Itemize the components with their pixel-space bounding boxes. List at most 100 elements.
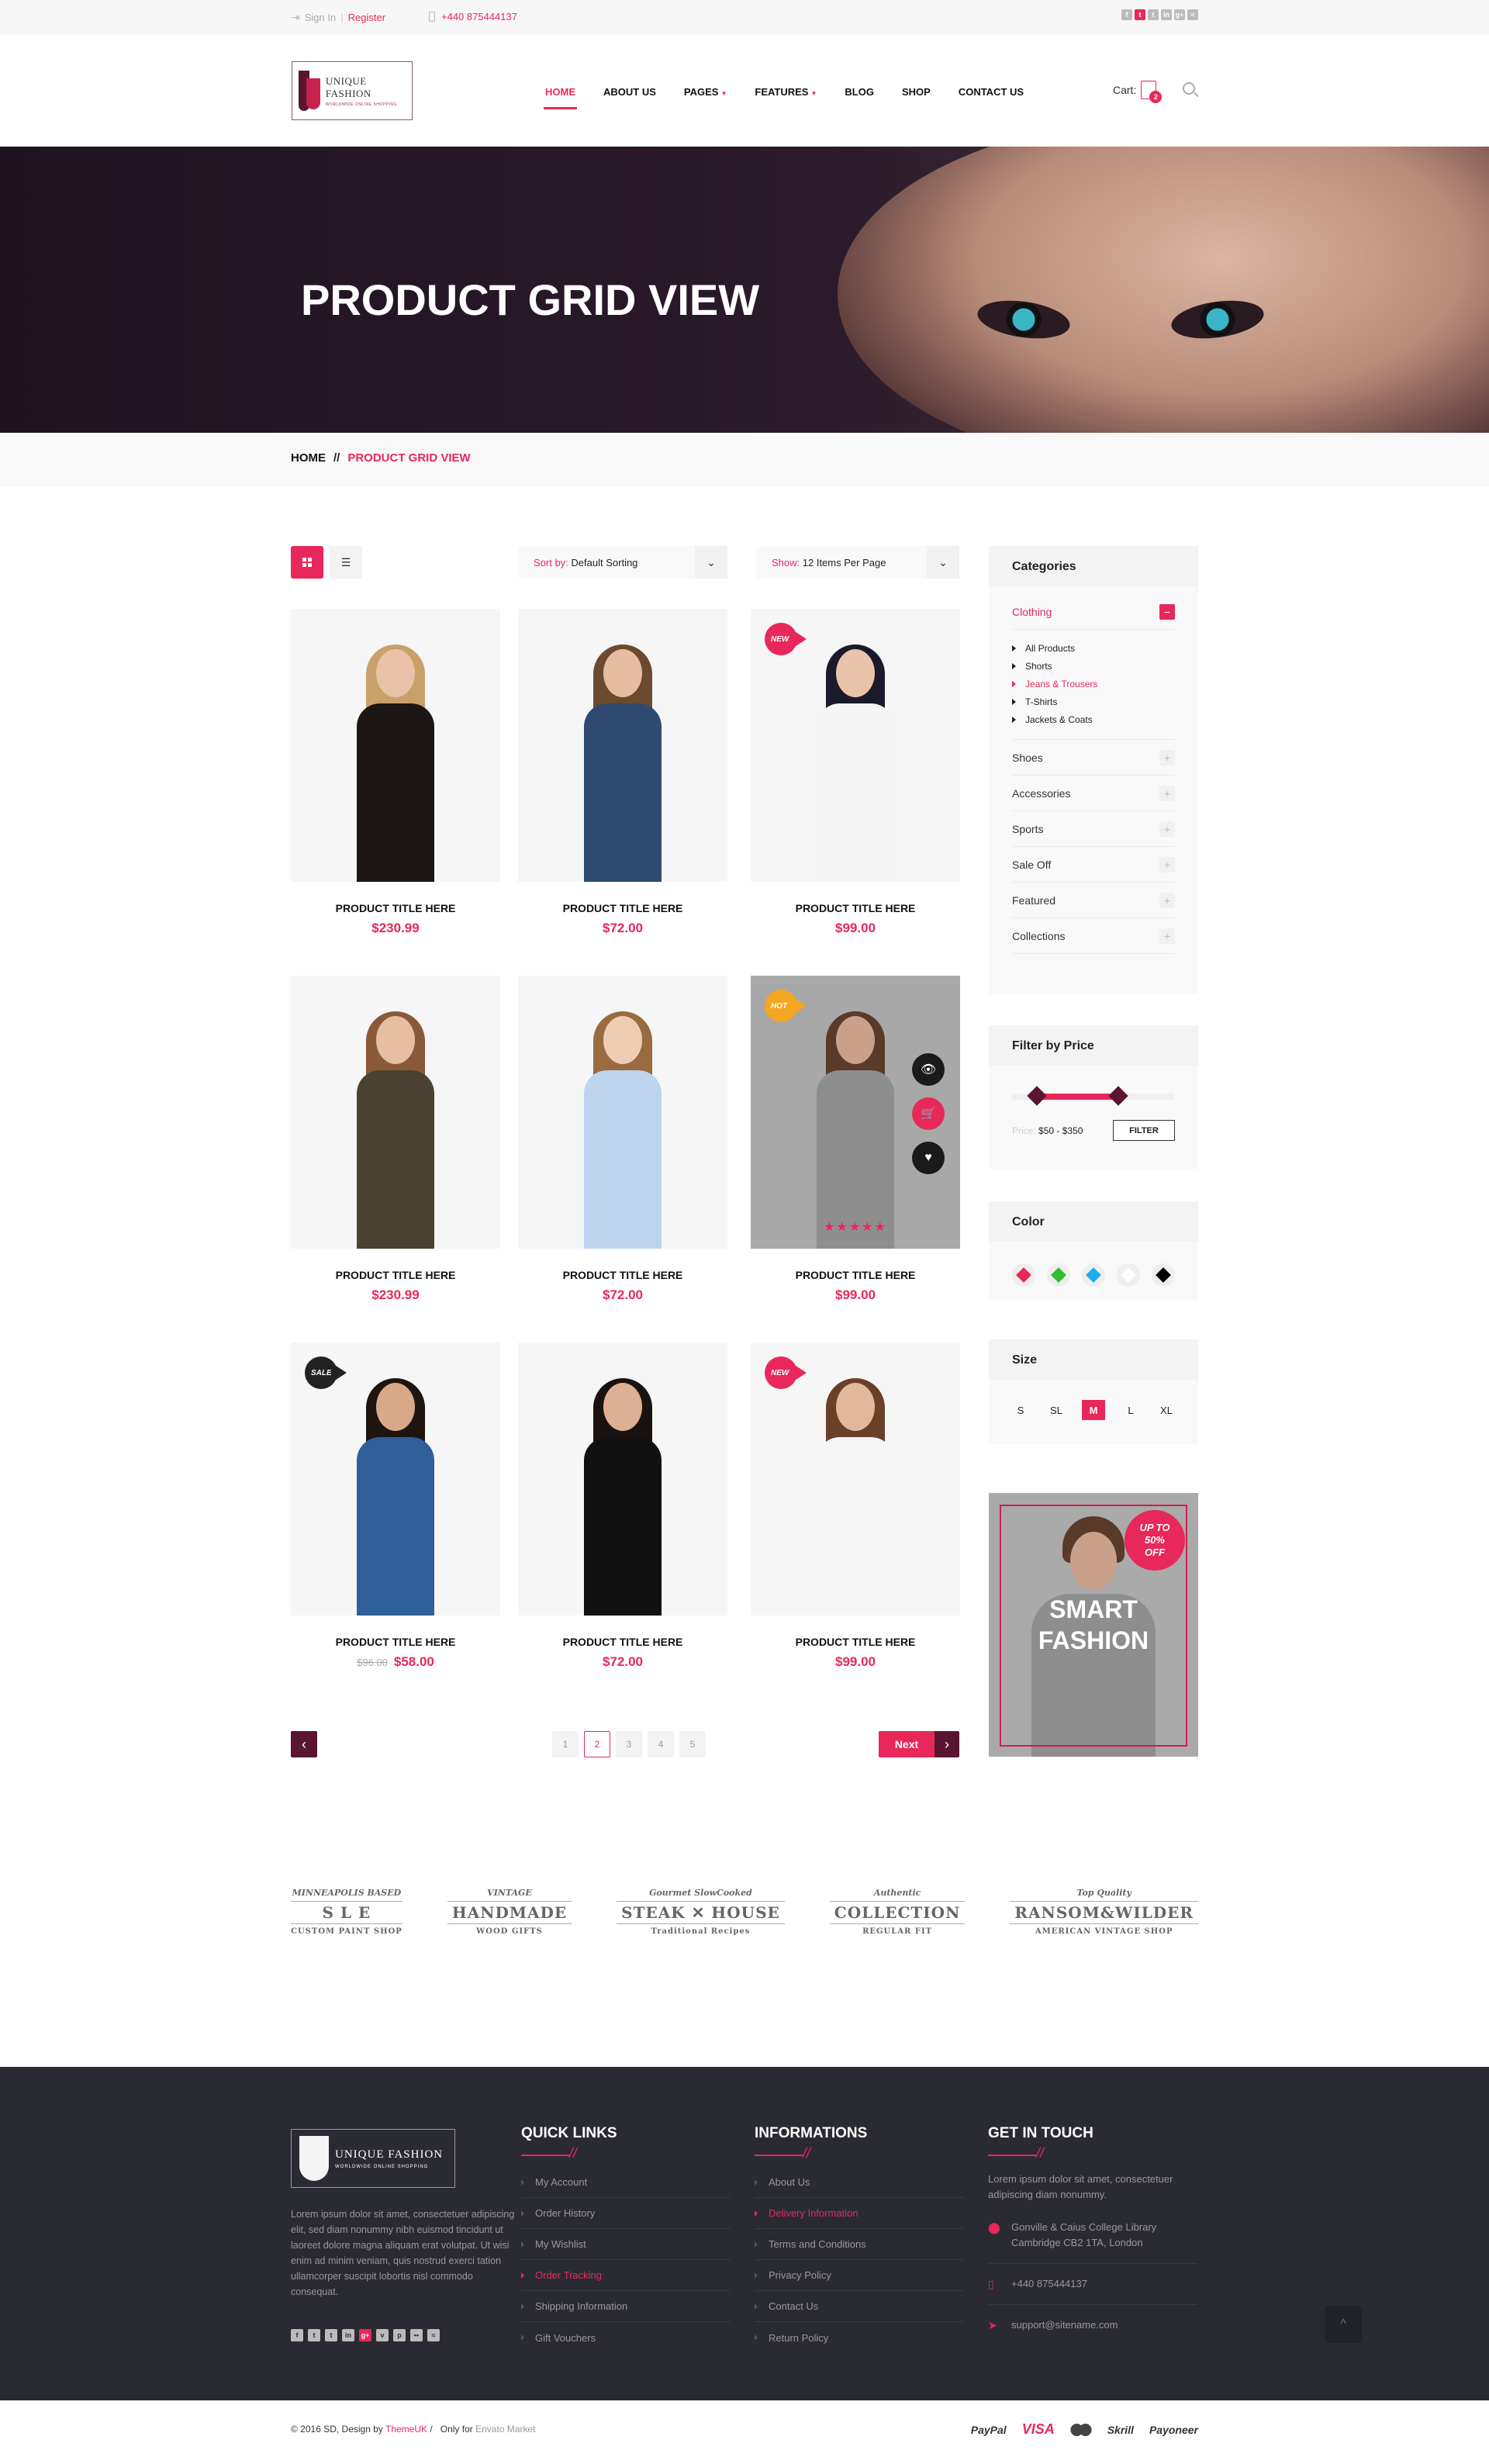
price-slider-min-handle[interactable] (1026, 1086, 1047, 1106)
wishlist-button[interactable]: ♥ (912, 1142, 945, 1174)
footer-link[interactable]: Delivery Information (755, 2198, 964, 2229)
product-title[interactable]: PRODUCT TITLE HERE (291, 902, 500, 914)
color-swatch-pink[interactable] (1012, 1263, 1035, 1287)
product-card[interactable]: PRODUCT TITLE HERE $72.00 (518, 609, 727, 936)
sign-in-link[interactable]: Sign In (305, 12, 336, 23)
subcategory-item[interactable]: T-Shirts (1012, 693, 1175, 710)
product-title[interactable]: PRODUCT TITLE HERE (751, 1636, 960, 1648)
brand-logo[interactable]: VINTAGE HANDMADE WOOD GIFTS (447, 1888, 572, 1936)
product-image[interactable] (518, 976, 727, 1249)
product-card[interactable]: PRODUCT TITLE HERE $72.00 (518, 1343, 727, 1670)
scroll-to-top-button[interactable]: ^ (1325, 2306, 1362, 2343)
nav-item-about-us[interactable]: ABOUT US (603, 86, 656, 98)
product-card[interactable]: PRODUCT TITLE HERE $230.99 (291, 976, 500, 1303)
footer-link[interactable]: Return Policy (755, 2322, 964, 2353)
product-image[interactable] (291, 609, 500, 882)
footer-link[interactable]: My Wishlist (521, 2229, 731, 2260)
product-card[interactable]: NEW PRODUCT TITLE HERE $99.00 (751, 1343, 960, 1670)
footer-link[interactable]: Terms and Conditions (755, 2229, 964, 2260)
product-image[interactable]: NEW (751, 1343, 960, 1616)
contact-email[interactable]: ➤ support@sitename.com (988, 2305, 1197, 2345)
sort-select[interactable]: Sort by: Default Sorting ⌄ (518, 546, 727, 579)
next-page-button[interactable]: Next › (879, 1731, 959, 1757)
market-link[interactable]: Envato Market (475, 2424, 535, 2435)
product-title[interactable]: PRODUCT TITLE HERE (291, 1636, 500, 1648)
color-swatch-green[interactable] (1047, 1263, 1070, 1287)
subcategory-item[interactable]: Jeans & Trousers (1012, 675, 1175, 693)
quick-view-button[interactable]: 👁 (912, 1053, 945, 1086)
twitter-icon[interactable]: t (308, 2329, 320, 2341)
subcategory-item[interactable]: Shorts (1012, 657, 1175, 675)
product-image[interactable]: NEW (751, 609, 960, 882)
category-clothing[interactable]: Clothing − (1012, 594, 1175, 630)
rss-icon[interactable]: ≈ (427, 2329, 440, 2341)
product-image[interactable]: HOT 👁 🛒 ♥ ★★★★★ (751, 976, 960, 1249)
brand-logo[interactable]: MINNEAPOLIS BASED S L E CUSTOM PAINT SHOP (291, 1888, 402, 1936)
subcategory-item[interactable]: Jackets & Coats (1012, 710, 1175, 728)
size-option-m[interactable]: M (1082, 1400, 1105, 1420)
color-swatch-blue[interactable] (1082, 1263, 1105, 1287)
facebook-icon[interactable]: f (291, 2329, 303, 2341)
footer-link[interactable]: Privacy Policy (755, 2260, 964, 2291)
nav-item-contact-us[interactable]: CONTACT US (959, 86, 1024, 98)
page-3-button[interactable]: 3 (616, 1731, 642, 1757)
footer-link[interactable]: My Account (521, 2167, 731, 2198)
twitter-icon[interactable]: t (1135, 9, 1145, 20)
product-card[interactable]: SALE PRODUCT TITLE HERE $96.00 $58.00 (291, 1343, 500, 1670)
category-collections[interactable]: Collections + (1012, 918, 1175, 954)
footer-link[interactable]: Gift Vouchers (521, 2322, 731, 2353)
expand-icon[interactable]: + (1159, 821, 1175, 837)
price-slider-max-handle[interactable] (1107, 1086, 1128, 1106)
size-option-s[interactable]: S (1011, 1400, 1031, 1420)
product-image[interactable] (518, 1343, 727, 1616)
product-image[interactable]: SALE (291, 1343, 500, 1616)
page-2-button[interactable]: 2 (584, 1731, 610, 1757)
nav-item-blog[interactable]: BLOG (845, 86, 874, 98)
color-swatch-black[interactable] (1152, 1263, 1175, 1287)
list-view-button[interactable]: ☰ (330, 546, 362, 579)
designer-link[interactable]: ThemeUK (385, 2424, 427, 2435)
expand-icon[interactable]: + (1159, 892, 1175, 908)
expand-icon[interactable]: + (1159, 785, 1175, 801)
product-title[interactable]: PRODUCT TITLE HERE (291, 1269, 500, 1281)
footer-link[interactable]: Order History (521, 2198, 731, 2229)
brand-logo[interactable]: Authentic COLLECTION REGULAR FIT (829, 1888, 966, 1936)
search-icon[interactable] (1183, 82, 1195, 95)
price-slider[interactable] (1012, 1086, 1175, 1106)
footer-link[interactable]: About Us (755, 2167, 964, 2198)
category-sale-off[interactable]: Sale Off + (1012, 847, 1175, 883)
product-card[interactable]: PRODUCT TITLE HERE $72.00 (518, 976, 727, 1303)
google-plus-icon[interactable]: g+ (1174, 9, 1185, 20)
show-select[interactable]: Show: 12 Items Per Page ⌄ (756, 546, 959, 579)
brand-logo[interactable]: Top Quality RANSOM&WILDER AMERICAN VINTAGE… (1010, 1888, 1198, 1936)
product-card[interactable]: PRODUCT TITLE HERE $230.99 (291, 609, 500, 936)
tumblr-icon[interactable]: t (1148, 9, 1159, 20)
size-option-l[interactable]: L (1121, 1400, 1141, 1420)
product-card[interactable]: NEW PRODUCT TITLE HERE $99.00 (751, 609, 960, 936)
size-option-sl[interactable]: SL (1046, 1400, 1066, 1420)
nav-item-features[interactable]: FEATURES ▼ (755, 86, 817, 98)
product-title[interactable]: PRODUCT TITLE HERE (751, 902, 960, 914)
footer-link[interactable]: Contact Us (755, 2291, 964, 2322)
footer-logo[interactable]: UNIQUE FASHION WORLDWIDE ONLINE SHOPPING (291, 2129, 455, 2188)
category-featured[interactable]: Featured + (1012, 883, 1175, 918)
logo[interactable]: UNIQUE FASHION WORLDWIDE ONLINE SHOPPING (292, 61, 413, 120)
product-image[interactable] (518, 609, 727, 882)
facebook-icon[interactable]: f (1121, 9, 1132, 20)
grid-view-button[interactable] (291, 546, 323, 579)
promo-banner[interactable]: UP TO 50% OFF SMART FASHION (989, 1493, 1198, 1757)
expand-icon[interactable]: + (1159, 928, 1175, 944)
pinterest-icon[interactable]: p (393, 2329, 406, 2341)
register-link[interactable]: Register (348, 12, 385, 23)
flickr-icon[interactable]: •• (410, 2329, 423, 2341)
page-1-button[interactable]: 1 (552, 1731, 579, 1757)
size-option-xl[interactable]: XL (1156, 1400, 1176, 1420)
cart[interactable]: Cart: 2 (1113, 81, 1163, 103)
footer-link[interactable]: Order Tracking (521, 2260, 731, 2291)
page-5-button[interactable]: 5 (679, 1731, 706, 1757)
linkedin-icon[interactable]: in (342, 2329, 354, 2341)
product-title[interactable]: PRODUCT TITLE HERE (518, 1636, 727, 1648)
footer-link[interactable]: Shipping Information (521, 2291, 731, 2322)
category-accessories[interactable]: Accessories + (1012, 776, 1175, 811)
product-title[interactable]: PRODUCT TITLE HERE (518, 1269, 727, 1281)
